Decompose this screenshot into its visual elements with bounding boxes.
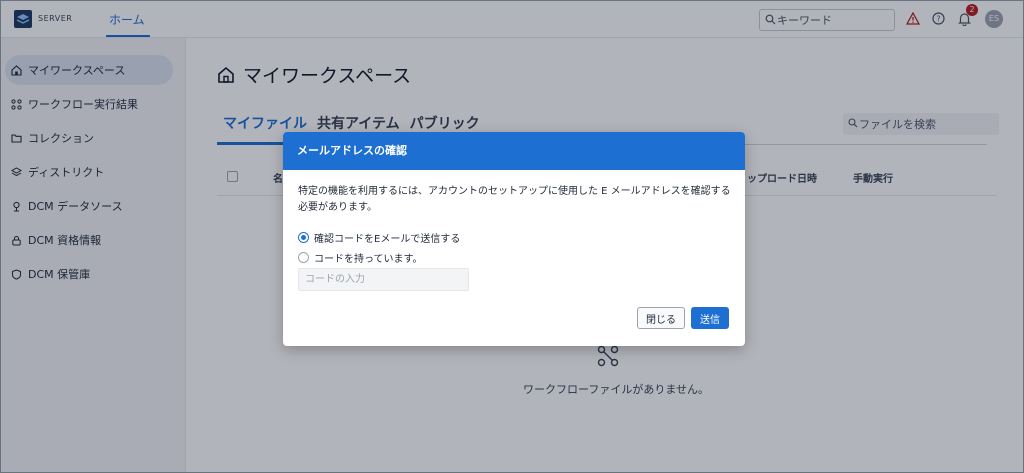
option-send-code[interactable]: 確認コードをEメールで送信する: [298, 230, 460, 245]
option-have-code[interactable]: コードを持っています。: [298, 250, 423, 265]
email-verification-dialog: メールアドレスの確認 特定の機能を利用するには、アカウントのセットアップに使用し…: [283, 132, 745, 346]
radio-send-code[interactable]: [298, 232, 309, 243]
option-send-code-label: 確認コードをEメールで送信する: [314, 234, 461, 245]
send-button[interactable]: 送信: [691, 307, 729, 329]
option-have-code-label: コードを持っています。: [314, 254, 423, 265]
app-window: SERVER ホーム ? 2 ES マイワークスペース ワークフロー実行結果 コ…: [0, 0, 1024, 473]
close-button[interactable]: 閉じる: [637, 307, 685, 329]
radio-have-code[interactable]: [298, 252, 309, 263]
dialog-message: 特定の機能を利用するには、アカウントのセットアップに使用した E メールアドレス…: [298, 186, 731, 213]
dialog-title: メールアドレスの確認: [283, 132, 745, 170]
code-input[interactable]: [298, 268, 469, 291]
